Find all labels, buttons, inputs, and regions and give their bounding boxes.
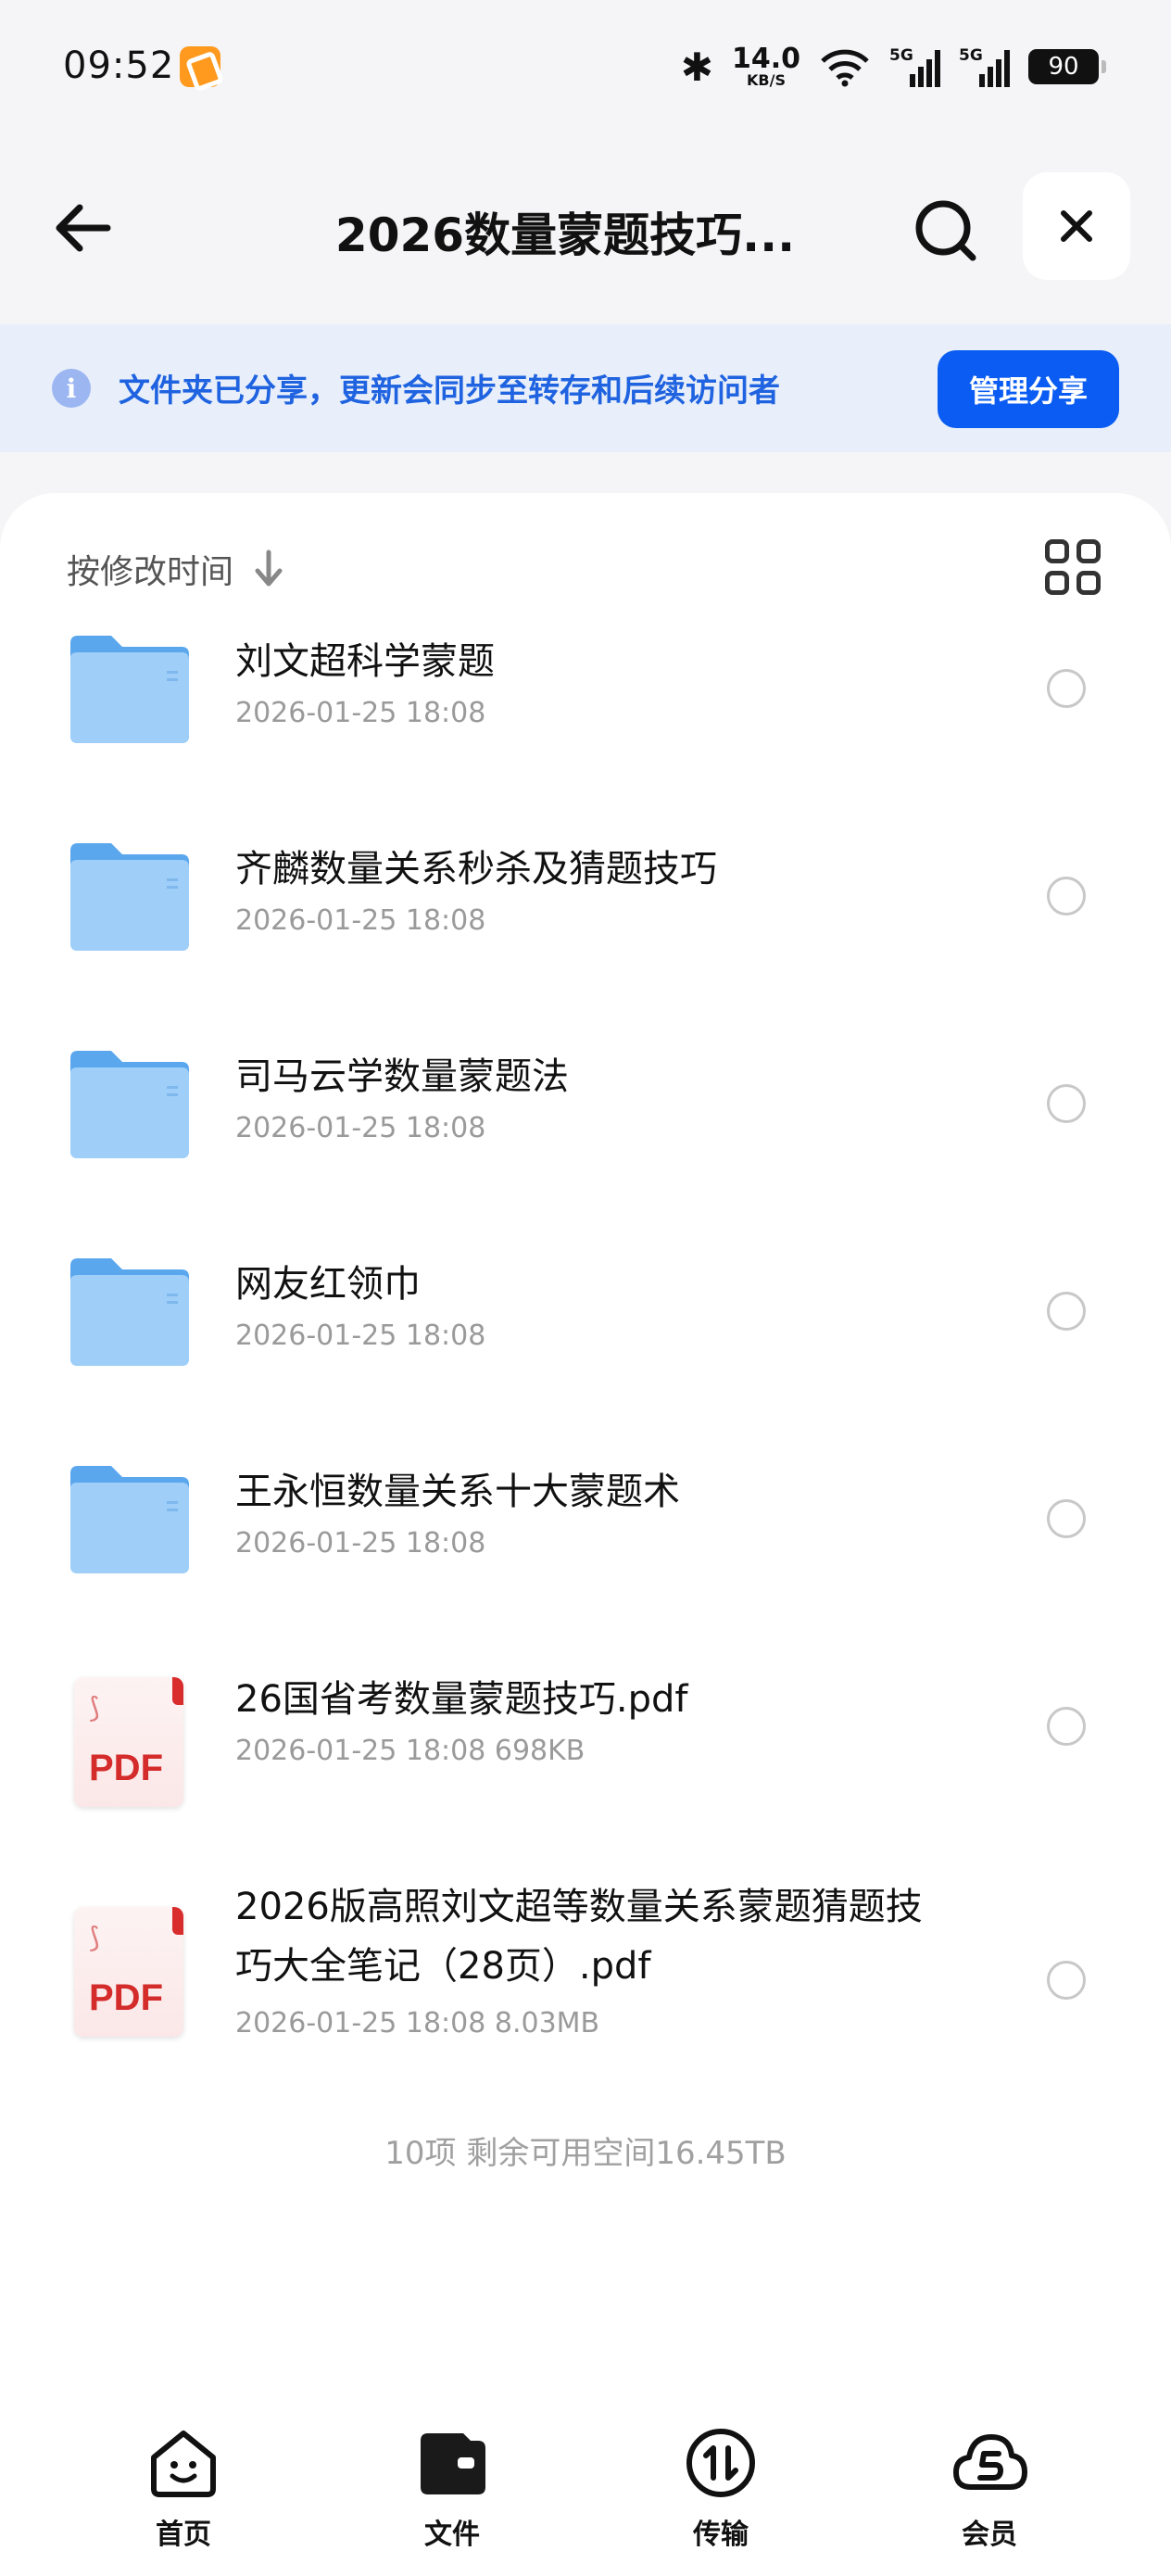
search-icon (915, 200, 976, 261)
file-meta: 2026-01-25 18:08 (235, 1112, 486, 1144)
network-speed: 14.0 KB/S (731, 43, 800, 89)
share-banner: i 文件夹已分享，更新会同步至转存和后续访问者 管理分享 (0, 324, 1171, 452)
page-title: 2026数量蒙题技巧... (334, 208, 796, 262)
nav-files[interactable]: 文件 (369, 2424, 535, 2552)
folder-icon (70, 1466, 189, 1573)
back-arrow-icon (56, 204, 111, 252)
pdf-file-icon: ⟆ PDF (74, 1907, 183, 2037)
file-list-item[interactable]: 刘文超科学蒙题 2026-01-25 18:08 (0, 613, 1171, 821)
file-list-item[interactable]: 齐麟数量关系秒杀及猜题技巧 2026-01-25 18:08 (0, 821, 1171, 1029)
file-meta: 2026-01-25 18:08 (235, 904, 486, 937)
file-name: 26国省考数量蒙题技巧.pdf (235, 1678, 688, 1721)
select-radio[interactable] (1047, 1292, 1086, 1331)
file-name: 司马云学数量蒙题法 (235, 1055, 569, 1098)
sort-label: 按修改时间 (67, 553, 234, 591)
file-name: 王永恒数量关系十大蒙题术 (235, 1471, 680, 1513)
file-name: 齐麟数量关系秒杀及猜题技巧 (235, 848, 717, 890)
signal-sim1-icon: 5G (889, 46, 940, 87)
select-radio[interactable] (1047, 669, 1086, 708)
sort-down-arrow-icon (255, 549, 283, 587)
bottom-nav: 首页 文件 传输 会员 (0, 2409, 1171, 2576)
wallet-file-icon (421, 2433, 485, 2494)
folder-icon (70, 1051, 189, 1158)
nav-transfer[interactable]: 传输 (637, 2424, 804, 2552)
app-notification-icon (180, 46, 220, 87)
bluetooth-icon: ✱ (680, 44, 713, 90)
status-bar: 09:52 ✱ 14.0 KB/S 5G 5G 90 (0, 0, 1171, 139)
file-meta: 2026-01-25 18:08 698KB (235, 1735, 586, 1767)
battery-icon: 90 (1028, 49, 1106, 84)
transfer-icon (686, 2429, 755, 2497)
manage-share-button[interactable]: 管理分享 (938, 350, 1119, 428)
file-meta: 2026-01-25 18:08 (235, 1527, 486, 1559)
select-radio[interactable] (1047, 1961, 1086, 2000)
file-list-item[interactable]: 网友红领巾 2026-01-25 18:08 (0, 1236, 1171, 1444)
home-face-icon (151, 2431, 216, 2497)
folder-icon (70, 636, 189, 743)
nav-vip[interactable]: 会员 (906, 2424, 1073, 2552)
close-icon (1061, 210, 1092, 242)
file-name: 2026版高照刘文超等数量关系蒙题猜题技巧大全笔记（28页）.pdf (235, 1886, 923, 1988)
file-list-item[interactable]: 王永恒数量关系十大蒙题术 2026-01-25 18:08 (0, 1444, 1171, 1651)
file-name: 刘文超科学蒙题 (235, 640, 495, 683)
file-list-item[interactable]: ⟆ PDF 2026版高照刘文超等数量关系蒙题猜题技巧大全笔记（28页）.pdf… (0, 1859, 1171, 2133)
header: 2026数量蒙题技巧... (0, 167, 1171, 287)
info-icon: i (52, 369, 91, 408)
file-list-item[interactable]: ⟆ PDF 26国省考数量蒙题技巧.pdf 2026-01-25 18:08 6… (0, 1651, 1171, 1859)
select-radio[interactable] (1047, 1499, 1086, 1538)
folder-icon (70, 1258, 189, 1366)
file-list: 刘文超科学蒙题 2026-01-25 18:08 齐麟数量关系秒杀及猜题技巧 2… (0, 613, 1171, 2133)
cloud-s-icon (953, 2434, 1027, 2490)
close-button[interactable] (1023, 172, 1130, 280)
status-indicators: ✱ 14.0 KB/S 5G 5G 90 (680, 41, 1106, 93)
select-radio[interactable] (1047, 877, 1086, 915)
file-list-item[interactable]: 司马云学数量蒙题法 2026-01-25 18:08 (0, 1029, 1171, 1236)
file-list-card: 按修改时间 刘文超科学蒙题 2026-01-25 18:08 齐麟数量关系秒杀及… (0, 493, 1171, 2576)
select-radio[interactable] (1047, 1707, 1086, 1746)
file-meta: 2026-01-25 18:08 8.03MB (235, 2007, 600, 2039)
grid-view-icon[interactable] (1045, 539, 1101, 595)
file-meta: 2026-01-25 18:08 (235, 1320, 486, 1352)
signal-sim2-icon: 5G (959, 46, 1010, 87)
pdf-file-icon: ⟆ PDF (74, 1677, 183, 1807)
status-time: 09:52 (63, 44, 175, 87)
wifi-icon (821, 49, 869, 87)
search-button[interactable] (908, 193, 982, 267)
share-banner-text: 文件夹已分享，更新会同步至转存和后续访问者 (119, 373, 780, 410)
folder-icon (70, 843, 189, 951)
sort-control[interactable]: 按修改时间 (67, 545, 287, 593)
back-button[interactable] (46, 191, 120, 265)
storage-summary: 10项 剩余可用空间16.45TB (384, 2135, 787, 2172)
select-radio[interactable] (1047, 1084, 1086, 1123)
nav-home[interactable]: 首页 (100, 2424, 267, 2552)
file-name: 网友红领巾 (235, 1263, 421, 1306)
file-meta: 2026-01-25 18:08 (235, 697, 486, 729)
